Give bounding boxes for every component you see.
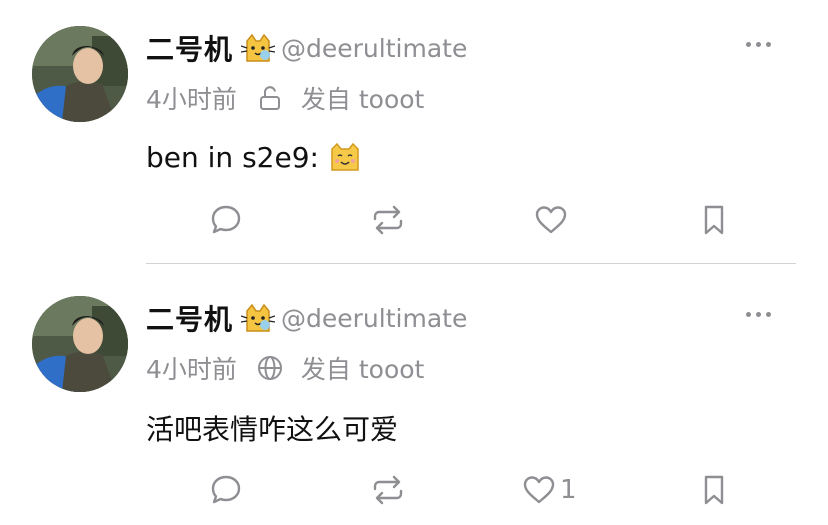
globe-icon	[257, 355, 283, 381]
post-meta: 4小时前 发自 tooot	[146, 350, 424, 386]
dot-icon	[765, 311, 771, 317]
dot-icon	[755, 41, 761, 47]
post-text: 活吧表情咋这么可爱	[146, 413, 399, 446]
post-source: 发自 tooot	[300, 355, 425, 384]
post-meta: 4小时前 发自 tooot	[146, 80, 424, 116]
user-handle[interactable]: @deerultimate	[281, 304, 467, 333]
favourite-button[interactable]: 1	[522, 470, 577, 510]
dot-icon	[755, 311, 761, 317]
post-text: ben in s2e9:	[146, 140, 319, 174]
happy-cat-emoji-icon	[329, 142, 361, 172]
bookmark-button[interactable]	[697, 470, 731, 510]
bookmark-button[interactable]	[697, 200, 731, 240]
display-name[interactable]: 二号机	[146, 298, 233, 338]
post-2[interactable]: 二号机 @deerultimate 4小时前 发自 tooot 活吧表情咋这么可…	[0, 264, 828, 525]
lock-icon	[257, 85, 283, 111]
post-source: 发自 tooot	[300, 85, 425, 114]
heart-icon	[523, 476, 555, 504]
dot-icon	[745, 311, 751, 317]
favourite-button[interactable]	[534, 200, 572, 240]
bookmark-icon	[704, 475, 724, 505]
reply-icon	[211, 475, 241, 504]
boost-button[interactable]	[371, 200, 405, 240]
post-header: 二号机 @deerultimate	[146, 28, 467, 68]
repeat-icon	[373, 205, 403, 235]
reply-icon	[211, 205, 241, 234]
dot-icon	[745, 41, 751, 47]
post-content: 活吧表情咋这么可爱	[146, 408, 398, 448]
post-time[interactable]: 4小时前	[146, 350, 237, 386]
user-handle[interactable]: @deerultimate	[281, 34, 467, 63]
post-content: ben in s2e9:	[146, 137, 361, 177]
display-name[interactable]: 二号机	[146, 28, 233, 68]
post-header: 二号机 @deerultimate	[146, 298, 467, 338]
cat-emoji-icon	[240, 303, 276, 333]
repeat-icon	[373, 475, 403, 505]
avatar[interactable]	[32, 26, 128, 122]
boost-button[interactable]	[371, 470, 405, 510]
favourite-count: 1	[560, 475, 577, 505]
reply-button[interactable]	[209, 470, 243, 510]
cat-emoji-icon	[240, 33, 276, 63]
avatar[interactable]	[32, 296, 128, 392]
more-options-button[interactable]	[738, 304, 778, 324]
bookmark-icon	[704, 205, 724, 235]
more-options-button[interactable]	[738, 34, 778, 54]
reply-button[interactable]	[209, 200, 243, 240]
dot-icon	[765, 41, 771, 47]
post-time[interactable]: 4小时前	[146, 80, 237, 116]
post-1[interactable]: 二号机 @deerultimate 4小时前 发自 tooot ben in s…	[0, 0, 828, 262]
heart-icon	[535, 206, 567, 234]
